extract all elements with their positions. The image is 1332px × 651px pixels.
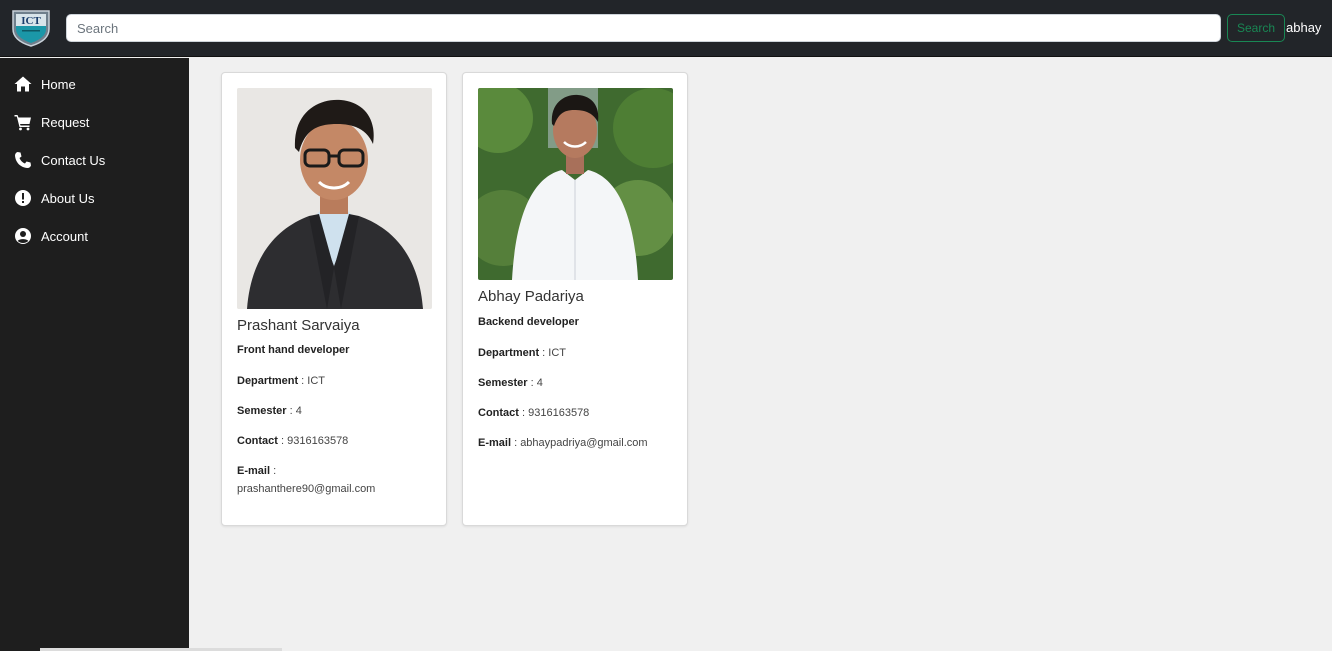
member-contact: Contact : 9316163578 — [237, 435, 349, 447]
sidebar-item-label: Account — [41, 229, 88, 244]
member-photo — [478, 88, 673, 280]
ict-shield-icon: ICT — [12, 10, 50, 47]
sidebar-item-contact-us[interactable]: Contact Us — [0, 147, 189, 173]
member-department: Department : ICT — [237, 375, 326, 387]
team-member-card: Prashant Sarvaiya Front hand developer D… — [221, 72, 447, 526]
sidebar-item-about-us[interactable]: About Us — [0, 185, 189, 211]
member-name: Abhay Padariya — [478, 288, 584, 305]
team-member-card: Abhay Padariya Backend developer Departm… — [462, 72, 688, 526]
info-icon — [14, 189, 32, 207]
home-icon — [14, 75, 32, 93]
member-email: E-mail : abhaypadriya@gmail.com — [478, 437, 648, 449]
cart-icon — [14, 113, 32, 131]
person-portrait-icon — [478, 88, 673, 280]
top-navbar: ICT Search abhay — [0, 0, 1332, 57]
sidebar-item-label: Contact Us — [41, 153, 106, 168]
sidebar: Home Request Contact Us About Us Account — [0, 58, 189, 651]
sidebar-item-label: Home — [41, 77, 76, 92]
member-contact: Contact : 9316163578 — [478, 407, 590, 419]
person-portrait-icon — [237, 88, 432, 309]
phone-icon — [14, 151, 32, 169]
member-name: Prashant Sarvaiya — [237, 317, 360, 334]
member-role: Front hand developer — [237, 344, 350, 356]
member-email: E-mail : prashanthere90@gmail.com — [237, 465, 376, 495]
sidebar-item-label: Request — [41, 115, 90, 130]
member-semester: Semester : 4 — [478, 377, 543, 389]
sidebar-item-account[interactable]: Account — [0, 223, 189, 249]
member-photo — [237, 88, 432, 309]
username[interactable]: abhay — [1286, 20, 1321, 35]
member-role: Backend developer — [478, 316, 579, 328]
user-circle-icon — [14, 227, 32, 245]
sidebar-item-home[interactable]: Home — [0, 71, 189, 97]
search-input[interactable] — [66, 14, 1221, 42]
sidebar-item-label: About Us — [41, 191, 95, 206]
member-department: Department : ICT — [478, 347, 567, 359]
logo-text: ICT — [21, 15, 41, 27]
sidebar-item-request[interactable]: Request — [0, 109, 189, 135]
search-button[interactable]: Search — [1227, 14, 1285, 42]
ict-logo[interactable]: ICT — [10, 9, 52, 47]
member-semester: Semester : 4 — [237, 405, 302, 417]
